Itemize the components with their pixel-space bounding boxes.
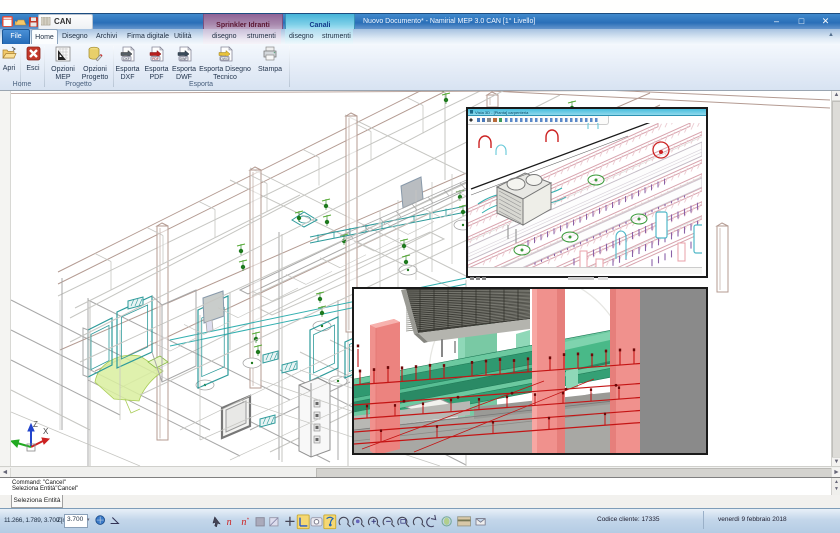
svg-text:PDF: PDF	[152, 57, 159, 61]
svg-text:DWF: DWF	[179, 57, 187, 61]
svg-text:*: *	[247, 517, 250, 523]
svg-text:n: n	[241, 517, 246, 528]
svg-text:DXF: DXF	[123, 57, 130, 61]
svg-text:n: n	[227, 517, 232, 528]
svg-text:DWG: DWG	[220, 57, 229, 61]
svg-text:X: X	[43, 427, 49, 436]
svg-text:Vista 3D - [Pianta] carpenteri: Vista 3D - [Pianta] carpenteria	[475, 110, 529, 115]
